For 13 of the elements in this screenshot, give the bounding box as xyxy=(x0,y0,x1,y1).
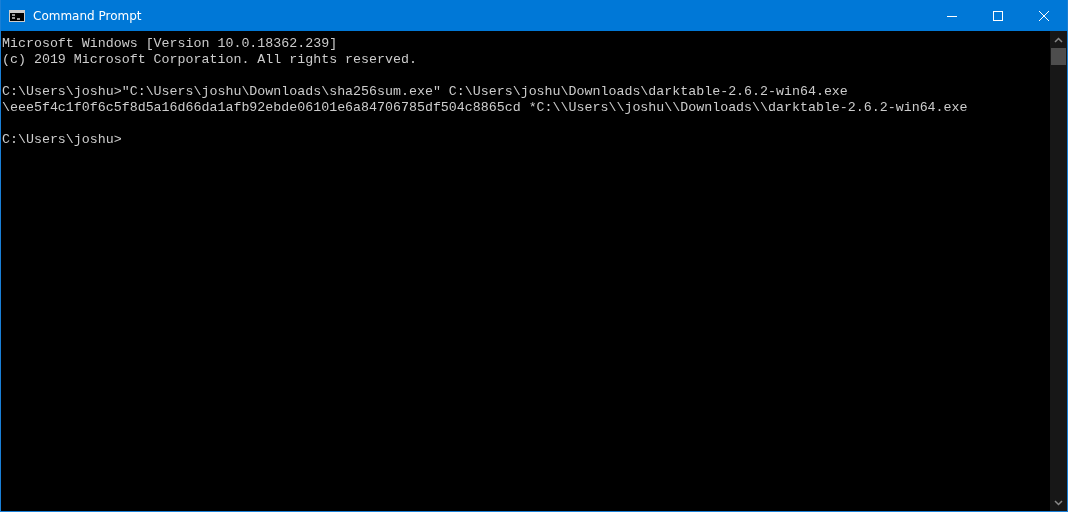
close-icon xyxy=(1039,10,1049,21)
scroll-up-icon[interactable] xyxy=(1054,36,1063,43)
window-title: Command Prompt xyxy=(33,7,142,25)
console-line: Microsoft Windows [Version 10.0.18362.239] xyxy=(2,36,338,52)
scrollbar[interactable] xyxy=(1050,31,1067,511)
console-line: C:\Users\joshu> xyxy=(2,132,122,148)
console-line: C:\Users\joshu>"C:\Users\joshu\Downloads\sha256sum.exe" C:\Users\joshu\Downloads\darktable-2.6.2-win64.exe xyxy=(2,84,848,100)
console-icon xyxy=(9,9,25,22)
console-line: \eee5f4c1f0f6c5f8d5a16d66da1afb92ebde06101e6a84706785df504c8865cd *C:\\Users\\joshu\\Downloads\\darktable-2.6.2-win64.exe xyxy=(2,100,968,116)
console-line: (c) 2019 Microsoft Corporation. All rights reserved. xyxy=(2,52,417,68)
scroll-thumb[interactable] xyxy=(1051,48,1066,65)
scroll-down-icon[interactable] xyxy=(1054,499,1063,506)
maximize-icon xyxy=(993,10,1003,21)
